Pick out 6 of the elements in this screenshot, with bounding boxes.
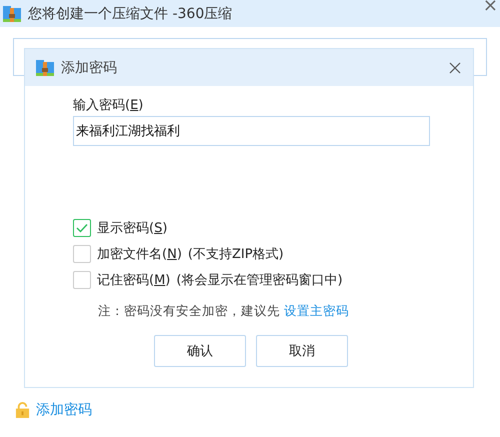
option-note: (将会显示在管理密码窗口中) [176,272,343,289]
password-label: 输入密码(E) [73,97,144,114]
hint-text: 注：密码没有安全加密，建议先 [98,303,280,320]
dialog-title: 添加密码 [61,58,118,76]
window-title: 您将创建一个压缩文件 -360压缩 [28,4,234,22]
option-note: (不支持ZIP格式) [188,246,284,263]
